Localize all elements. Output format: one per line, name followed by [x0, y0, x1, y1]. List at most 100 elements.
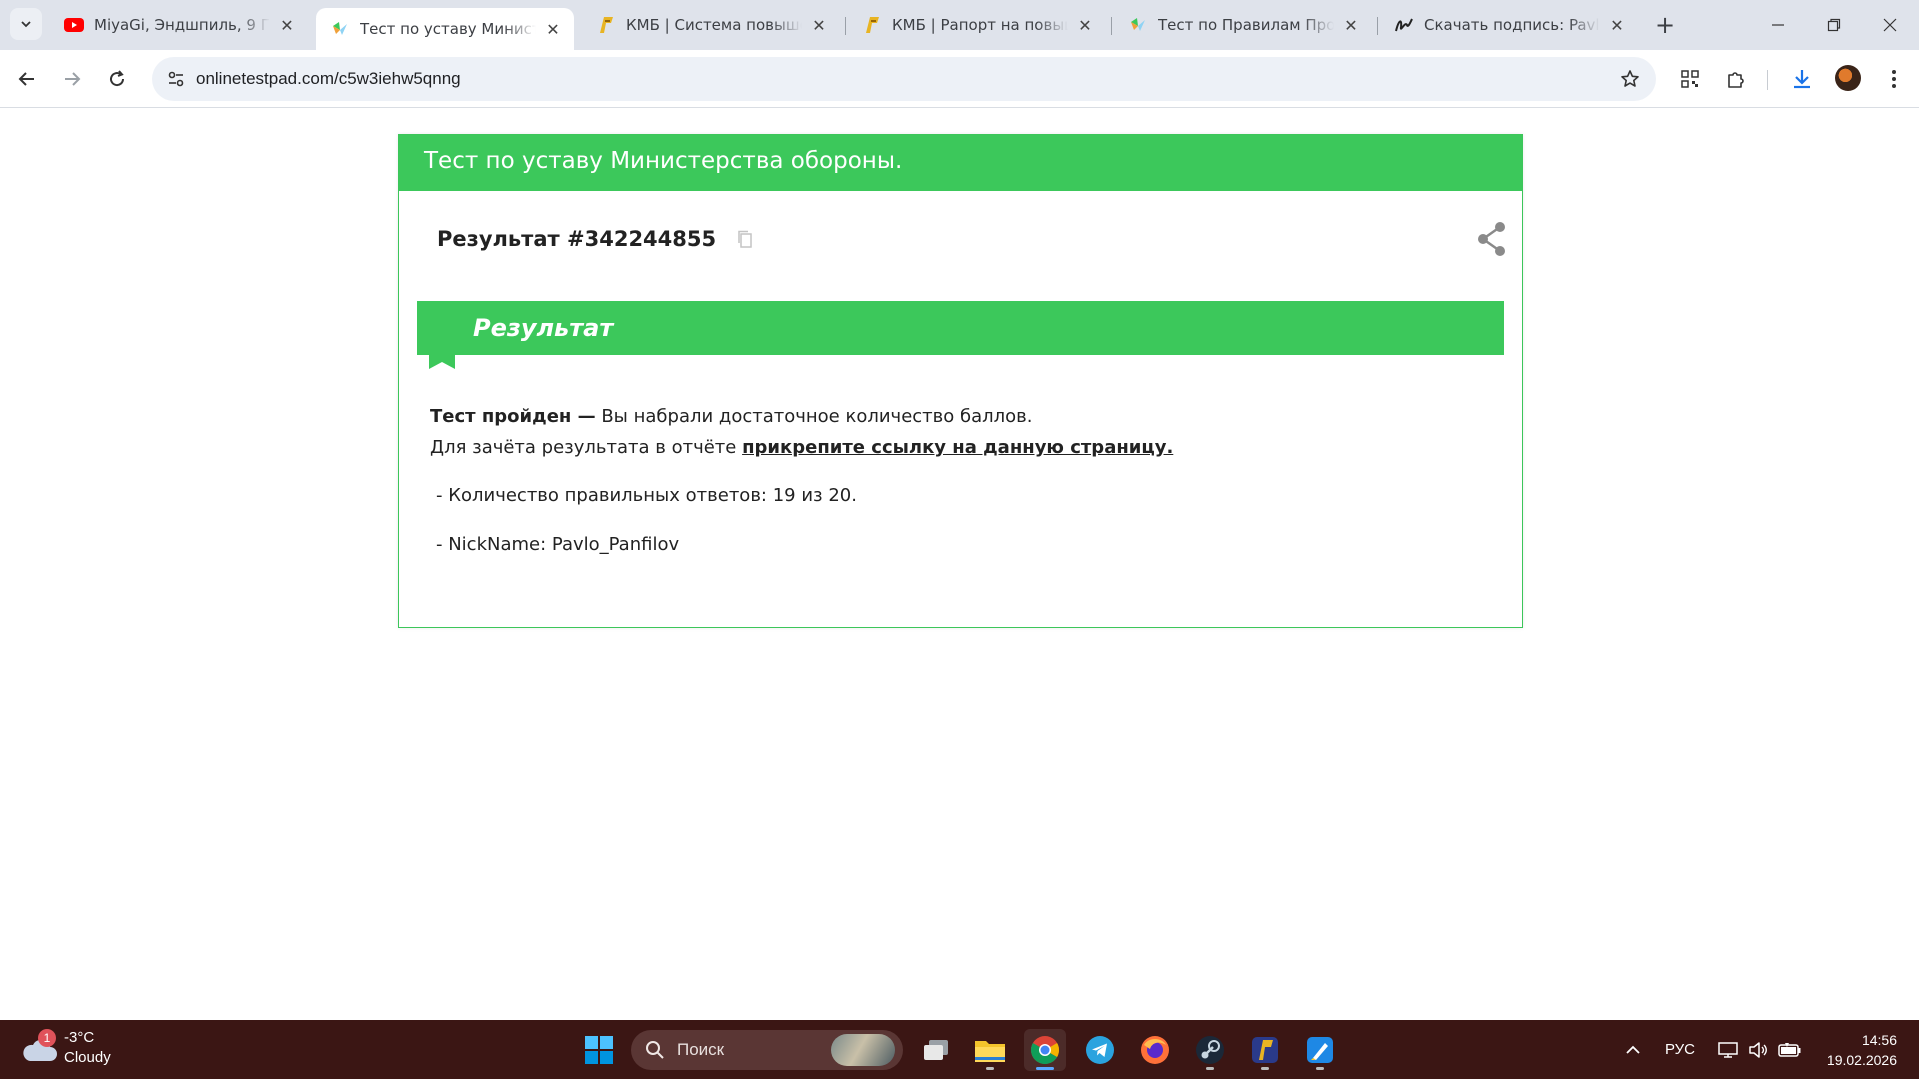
kmb-icon	[596, 15, 616, 35]
running-indicator	[1036, 1067, 1054, 1070]
tab-active-test[interactable]: Тест по уставу Министерства обороны. ✕	[316, 8, 574, 50]
taskbar-game-launcher[interactable]	[1244, 1029, 1286, 1071]
profile-avatar[interactable]	[1835, 65, 1861, 91]
nickname-line: - NickName: Pavlo_Panfilov	[436, 534, 680, 555]
steam-icon	[1196, 1036, 1224, 1064]
tab-separator	[1377, 17, 1378, 35]
running-indicator	[1206, 1067, 1214, 1070]
passed-status: Тест пройден —	[430, 406, 596, 427]
tab-kmb-report[interactable]: КМБ | Рапорт на повышение ✕	[848, 8, 1106, 42]
onlinetestpad-icon	[330, 19, 350, 39]
url-text: onlinetestpad.com/c5w3iehw5qnng	[196, 69, 461, 88]
taskbar-telegram[interactable]	[1079, 1029, 1121, 1071]
close-icon[interactable]: ✕	[542, 18, 564, 40]
folder-icon	[975, 1041, 1005, 1062]
clock-time: 14:56	[1861, 1032, 1897, 1048]
network-icon[interactable]	[1713, 1020, 1743, 1079]
search-highlight-image	[831, 1034, 895, 1066]
tab-title: КМБ | Рапорт на повышение	[892, 16, 1068, 34]
result-banner: Результат	[417, 301, 1504, 369]
result-card: Тест по уставу Министерства обороны. Рез…	[398, 134, 1523, 628]
restore-button[interactable]	[1806, 0, 1862, 50]
taskbar-file-explorer[interactable]	[969, 1029, 1011, 1071]
close-icon[interactable]: ✕	[1606, 14, 1628, 36]
taskbar-firefox[interactable]	[1134, 1029, 1176, 1071]
tab-signature[interactable]: Скачать подпись: Pavlo Panfilov ✕	[1380, 8, 1638, 42]
tray-overflow-button[interactable]	[1615, 1020, 1651, 1079]
signature-icon	[1394, 15, 1414, 35]
close-icon[interactable]: ✕	[808, 14, 830, 36]
browser-menu-icon[interactable]	[1876, 61, 1912, 97]
extensions-puzzle-icon[interactable]	[1718, 61, 1754, 97]
attach-link[interactable]: прикрепите ссылку на данную страницу.	[742, 437, 1173, 458]
running-indicator	[1316, 1067, 1324, 1070]
telegram-icon	[1086, 1036, 1114, 1064]
minimize-icon	[1772, 24, 1784, 26]
firefox-icon	[1141, 1036, 1169, 1064]
running-indicator	[1261, 1067, 1269, 1070]
search-icon	[646, 1041, 664, 1059]
address-bar[interactable]: onlinetestpad.com/c5w3iehw5qnng	[152, 57, 1656, 101]
minimize-button[interactable]	[1750, 0, 1806, 50]
chevron-down-icon	[21, 21, 31, 28]
result-banner-title: Результат	[473, 314, 614, 342]
game-launcher-icon	[1252, 1037, 1278, 1063]
site-settings-icon[interactable]	[162, 65, 190, 93]
tab-youtube[interactable]: MiyaGi, Эндшпиль, 9 Грамм ✕	[50, 8, 308, 42]
start-button[interactable]	[578, 1029, 620, 1071]
tab-title: Тест по уставу Министерства обороны.	[360, 20, 536, 38]
tab-title: Тест по Правилам Проведения	[1158, 16, 1334, 34]
arrow-left-icon	[18, 72, 34, 86]
tab-kmb-system[interactable]: КМБ | Система повышения ✕	[582, 8, 840, 42]
task-view-icon	[924, 1040, 948, 1060]
running-indicator	[986, 1067, 994, 1070]
chevron-up-icon	[1626, 1045, 1640, 1054]
taskbar-steam[interactable]	[1189, 1029, 1231, 1071]
temperature: -3°C	[64, 1029, 95, 1046]
volume-icon[interactable]	[1743, 1020, 1773, 1079]
task-view-button[interactable]	[915, 1029, 957, 1071]
windows-logo-icon	[585, 1036, 613, 1064]
result-id-row: Результат #342244855	[437, 227, 754, 251]
passed-description: Вы набрали достаточное количество баллов…	[595, 406, 1033, 427]
clock-date: 19.02.2026	[1826, 1052, 1897, 1068]
tab-title: MiyaGi, Эндшпиль, 9 Грамм	[94, 16, 270, 34]
download-icon[interactable]	[1784, 61, 1820, 97]
weather-alert-badge: 1	[38, 1029, 56, 1047]
close-icon[interactable]: ✕	[1340, 14, 1362, 36]
taskbar-chrome[interactable]	[1024, 1029, 1066, 1071]
language-indicator[interactable]: РУС	[1660, 1020, 1700, 1079]
forward-button[interactable]	[54, 61, 90, 97]
share-icon[interactable]	[1476, 221, 1508, 257]
search-label: Поиск	[677, 1040, 725, 1059]
youtube-icon	[64, 15, 84, 35]
tab-rules-test[interactable]: Тест по Правилам Проведения ✕	[1114, 8, 1372, 42]
battery-icon[interactable]	[1775, 1020, 1805, 1079]
new-tab-button[interactable]: +	[1650, 10, 1680, 40]
close-window-button[interactable]	[1862, 0, 1918, 50]
cloud-icon: 1	[20, 1029, 60, 1065]
credit-text: Для зачёта результата в отчёте	[430, 437, 743, 458]
taskbar-paint-app[interactable]	[1299, 1029, 1341, 1071]
reload-icon	[110, 70, 125, 87]
taskbar-search[interactable]: Поиск	[631, 1030, 903, 1070]
reload-button[interactable]	[99, 61, 135, 97]
qr-code-icon[interactable]	[1672, 61, 1708, 97]
weather-condition: Cloudy	[64, 1049, 111, 1066]
chrome-icon	[1031, 1036, 1059, 1064]
arrow-right-icon	[65, 72, 81, 86]
copy-icon[interactable]	[736, 229, 754, 249]
close-icon[interactable]: ✕	[276, 14, 298, 36]
weather-widget[interactable]: 1 -3°C Cloudy	[20, 1028, 111, 1068]
browser-toolbar: onlinetestpad.com/c5w3iehw5qnng	[0, 50, 1919, 108]
bookmark-star-icon[interactable]	[1616, 65, 1644, 93]
back-button[interactable]	[9, 61, 45, 97]
close-icon[interactable]: ✕	[1074, 14, 1096, 36]
onlinetestpad-icon	[1128, 15, 1148, 35]
result-id: Результат #342244855	[437, 227, 717, 251]
tab-separator	[1111, 17, 1112, 35]
tab-search-button[interactable]	[10, 8, 42, 40]
credit-line: Для зачёта результата в отчёте прикрепит…	[430, 432, 1173, 463]
test-title-header: Тест по уставу Министерства обороны.	[399, 135, 1522, 191]
system-clock[interactable]: 14:56 19.02.2026	[1827, 1030, 1897, 1070]
